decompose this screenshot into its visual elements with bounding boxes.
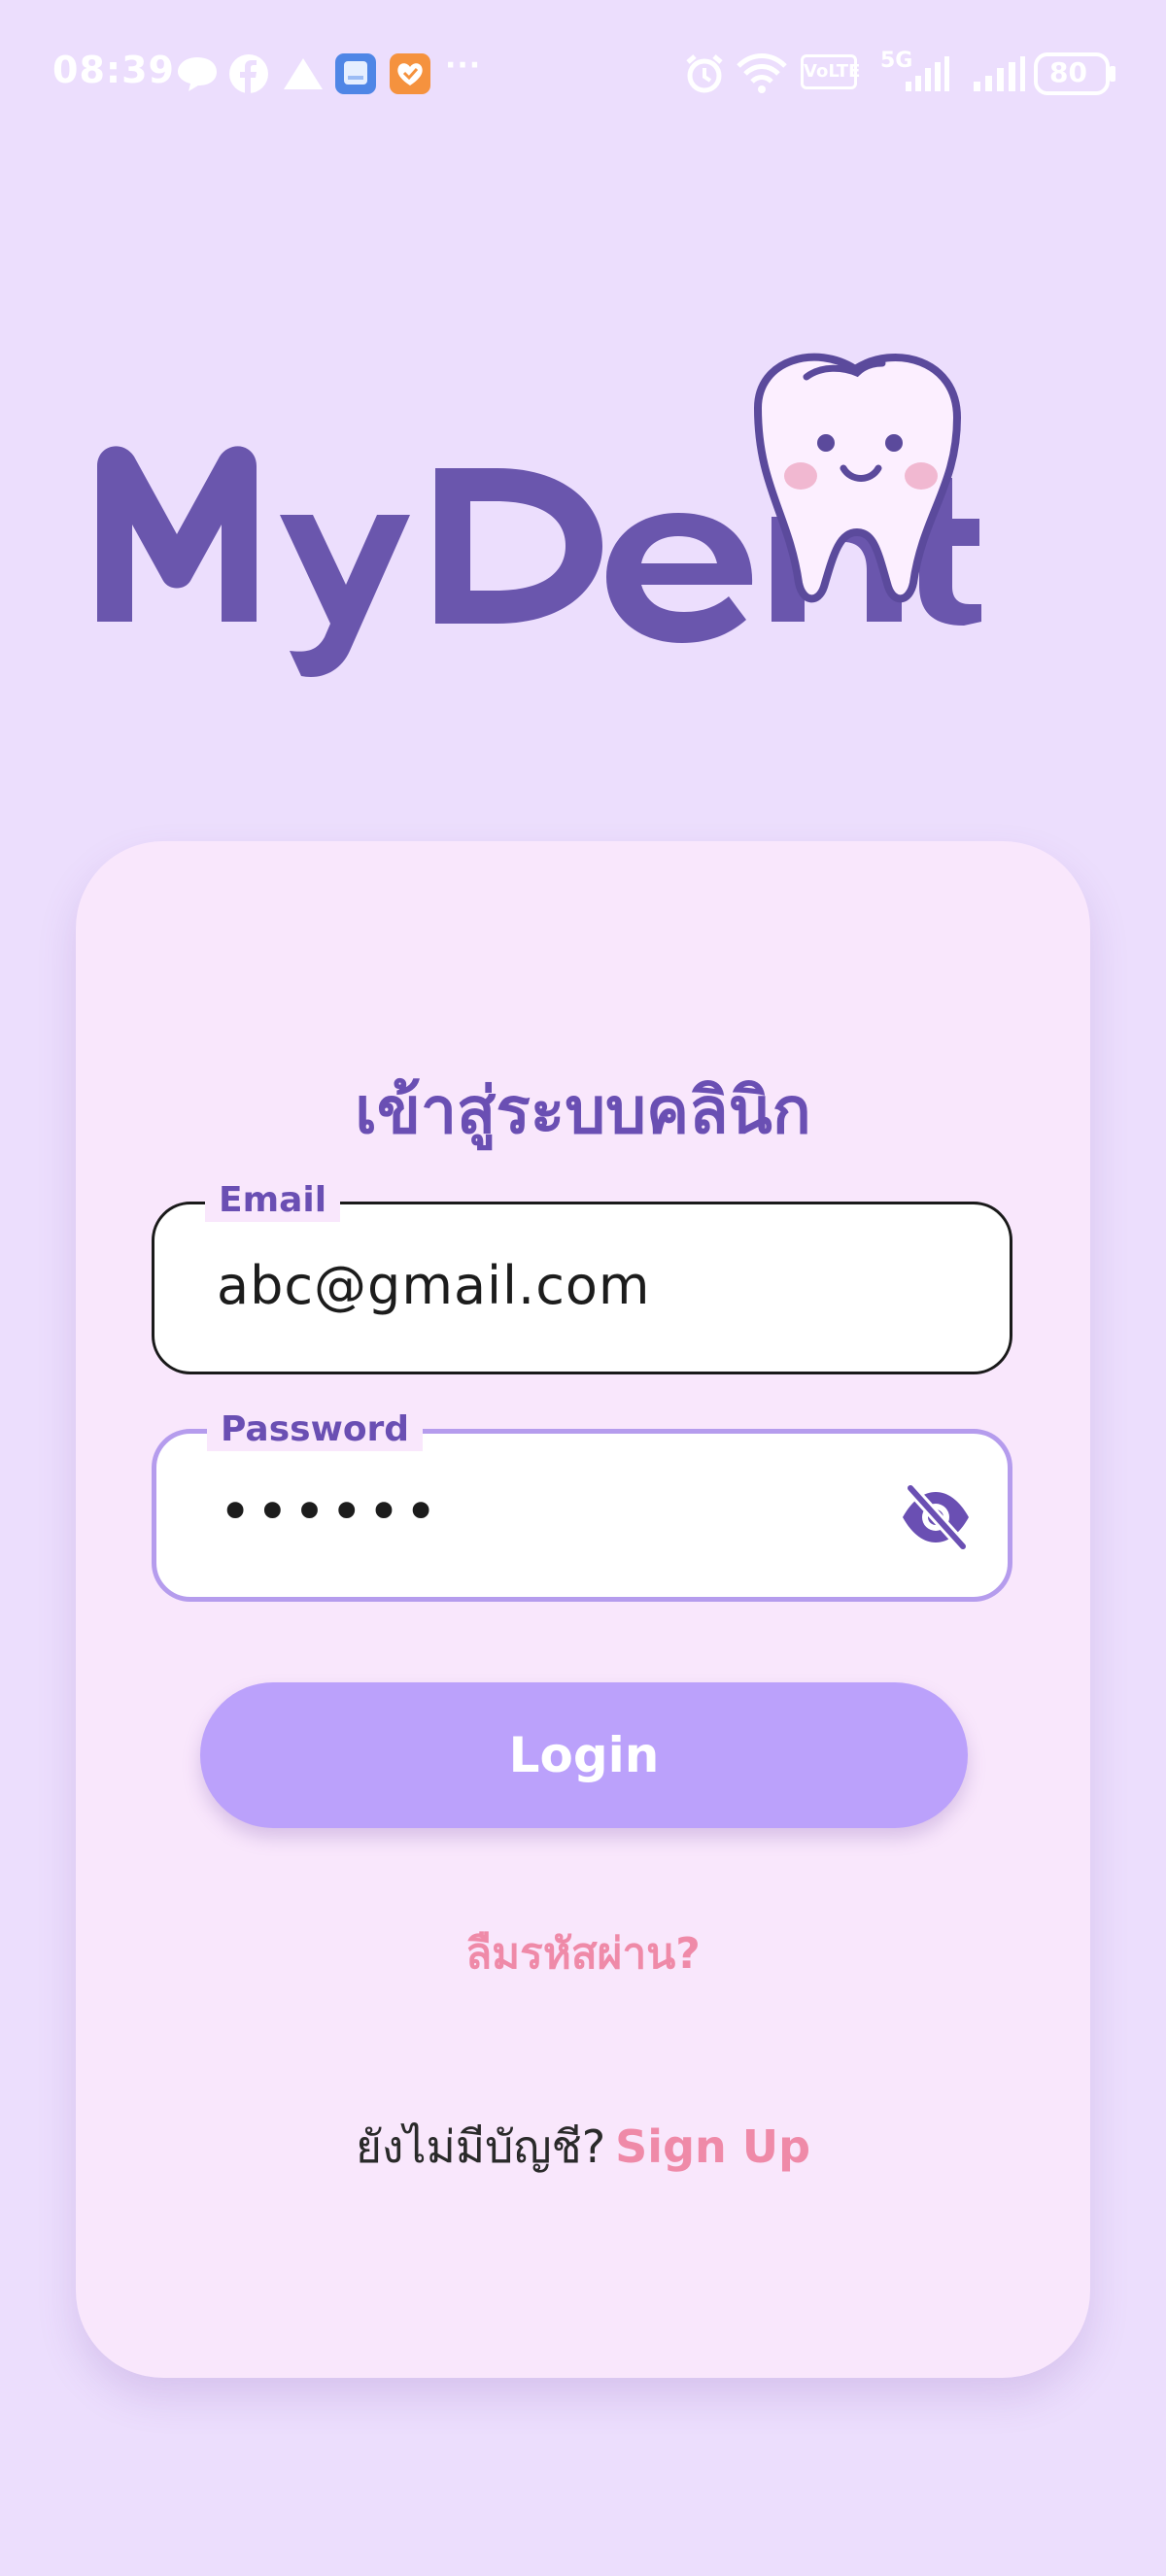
login-button-label: Login — [508, 1727, 660, 1783]
mydent-logo — [97, 353, 981, 677]
email-input[interactable]: abc@gmail.com — [217, 1255, 651, 1316]
password-input[interactable]: •••••• — [219, 1478, 441, 1544]
chat-bubble-icon — [178, 57, 217, 91]
gallery-app-icon — [335, 53, 376, 94]
eye-off-icon[interactable] — [899, 1482, 973, 1552]
forgot-password-link[interactable]: ลืมรหัสผ่าน? — [76, 1919, 1090, 1987]
login-button[interactable]: Login — [200, 1682, 968, 1828]
signal-icon — [906, 56, 949, 91]
volte-badge: VoLTE — [801, 54, 860, 89]
password-field[interactable]: Password •••••• — [152, 1408, 1012, 1602]
heart-app-icon — [390, 53, 430, 94]
password-label: Password — [207, 1408, 424, 1451]
login-card: เข้าสู่ระบบคลินิก Email abc@gmail.com Pa… — [76, 841, 1090, 2378]
no-account-prompt: ยังไม่มีบัญชี? — [355, 2120, 606, 2173]
signup-row: ยังไม่มีบัญชี? Sign Up — [76, 2112, 1090, 2183]
page-title: เข้าสู่ระบบคลินิก — [355, 1073, 811, 1148]
navigation-icon — [284, 58, 323, 89]
signal-icon-secondary — [974, 56, 1025, 91]
battery-level: 80 — [1049, 56, 1087, 88]
status-time: 08:39 — [52, 49, 175, 91]
status-bar: 08:39 ··· VoLTE 5G 80 — [0, 0, 1166, 146]
email-field[interactable]: Email abc@gmail.com — [152, 1179, 1012, 1374]
sign-up-link[interactable]: Sign Up — [615, 2120, 810, 2173]
email-label: Email — [205, 1179, 341, 1222]
facebook-icon — [229, 54, 268, 93]
wifi-icon — [737, 53, 787, 93]
status-more: ··· — [445, 49, 482, 83]
alarm-icon — [686, 54, 723, 93]
